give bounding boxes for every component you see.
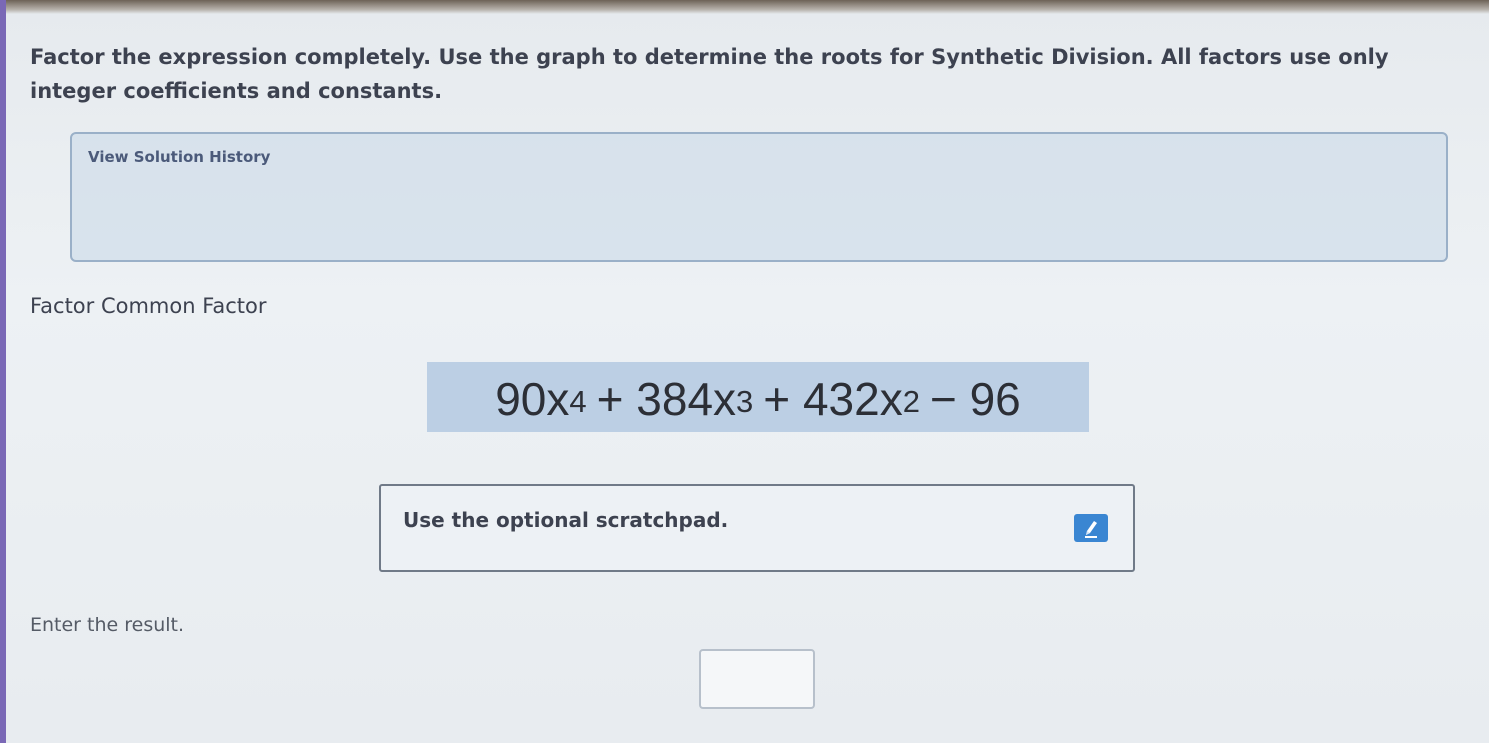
problem-instructions: Factor the expression completely. Use th… (30, 45, 1389, 103)
left-accent-bar (0, 0, 6, 743)
view-solution-history-link[interactable]: View Solution History (88, 148, 270, 166)
scratchpad-open-button[interactable] (1074, 514, 1108, 542)
monitor-bezel-top (0, 0, 1489, 14)
enter-result-prompt: Enter the result. (30, 614, 185, 636)
term-3-coefficient: + 432x (763, 373, 903, 425)
scratchpad-panel: Use the optional scratchpad. (379, 484, 1135, 572)
solution-history-panel: View Solution History (70, 132, 1448, 262)
term-2-coefficient: + 384x (596, 373, 737, 425)
term-1-exponent: 4 (569, 384, 587, 419)
scratchpad-label: Use the optional scratchpad. (403, 508, 729, 532)
term-4-constant: − 96 (929, 373, 1021, 425)
term-3-exponent: 2 (902, 384, 920, 419)
term-2-exponent: 3 (736, 384, 754, 419)
pencil-icon (1085, 521, 1097, 538)
result-input[interactable] (699, 649, 815, 709)
term-1-coefficient: 90x (495, 373, 570, 425)
polynomial-expression: 90x 4 + 384x 3 + 432x 2 − 96 (427, 362, 1089, 432)
step-title: Factor Common Factor (30, 294, 267, 318)
